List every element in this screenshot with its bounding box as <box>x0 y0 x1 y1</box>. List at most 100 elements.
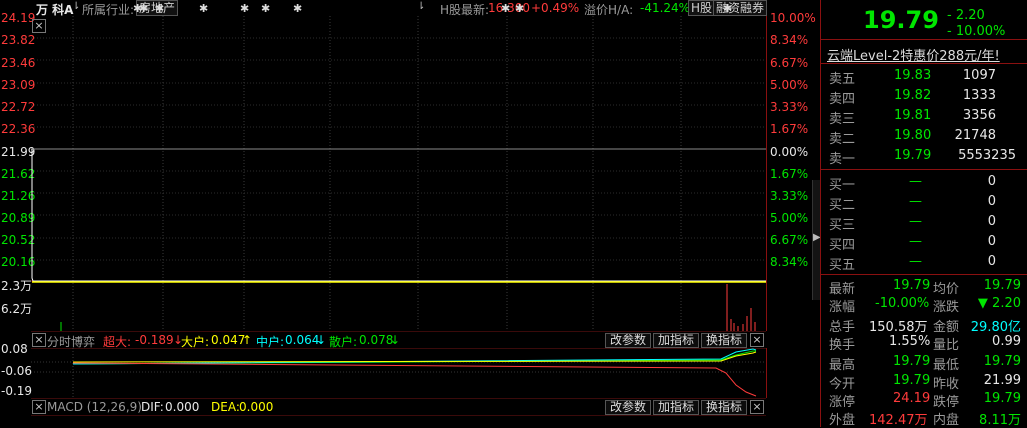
orderbook-ask-row[interactable]: 卖二 19.80 21748 <box>829 126 1024 147</box>
indicator-close-button[interactable]: × <box>750 333 764 347</box>
orderbook-ask-row[interactable]: 卖四 19.82 1333 <box>829 86 1024 107</box>
bid-level-label: 买一 <box>829 178 856 193</box>
event-star-icon[interactable]: ✱ <box>515 2 524 15</box>
modify-params-button[interactable]: 改参数 <box>605 400 652 415</box>
bid-volume: 0 <box>987 234 996 249</box>
up-arrow-icon: ↑ <box>242 333 253 347</box>
ask-price: 19.79 <box>894 148 932 163</box>
stat-value: 21.99 <box>983 373 1021 388</box>
dif-label: DIF: <box>141 400 164 414</box>
down-arrow-icon: ↓ <box>390 333 401 347</box>
bid-level-label: 买二 <box>829 198 856 213</box>
dea-label: DEA: <box>211 400 240 414</box>
volume-tick: 2.3万 <box>1 279 33 293</box>
stat-row: 最高 19.79 最低 19.79 <box>829 352 1024 373</box>
event-star-icon[interactable]: ✱ <box>261 2 270 15</box>
orderbook-bid-row[interactable]: 买五 — 0 <box>829 252 1024 273</box>
orderbook-bid-row[interactable]: 买三 — 0 <box>829 212 1024 233</box>
modify-params-button[interactable]: 改参数 <box>605 333 652 348</box>
ask-volume: 1097 <box>962 68 996 83</box>
ask-level-label: 卖四 <box>829 92 856 107</box>
stat-row: 涨停 24.19 跌停 19.79 <box>829 389 1024 410</box>
percent-tick: 1.67% <box>770 167 809 181</box>
event-star-icon[interactable]: ✱ <box>139 2 148 15</box>
macd-name[interactable]: MACD (12,26,9) <box>47 400 142 414</box>
bid-price: — <box>909 234 922 249</box>
indicator-tick: 0.08 <box>1 342 28 356</box>
bid-price: — <box>909 214 922 229</box>
ask-price: 19.83 <box>894 68 932 83</box>
add-indicator-button[interactable]: 加指标 <box>653 333 700 348</box>
event-star-icon[interactable]: ✱ <box>501 2 510 15</box>
stat-label: 内盘 <box>933 413 960 428</box>
percent-tick: 5.00% <box>770 211 809 225</box>
intraday-chart[interactable]: × <box>31 16 767 331</box>
ask-level-label: 卖二 <box>829 132 856 147</box>
dea-value: 0.000 <box>239 400 274 414</box>
retail-value: 0.078 <box>359 333 394 347</box>
indicator-tick: -0.19 <box>1 384 33 398</box>
indicator-close-left-button[interactable]: × <box>32 400 46 414</box>
orderbook-bid-row[interactable]: 买四 — 0 <box>829 232 1024 253</box>
stat-value: 19.79 <box>983 278 1021 293</box>
percent-tick: 3.33% <box>770 100 809 114</box>
marker-tick-icon: ⇂ <box>417 1 426 12</box>
stat-value: 24.19 <box>893 391 931 406</box>
bid-price: — <box>909 254 922 269</box>
volume-tick: 6.2万 <box>1 302 33 316</box>
event-star-icon[interactable]: ✱ <box>723 2 732 15</box>
stat-value: 19.79 <box>893 373 931 388</box>
ask-level-label: 卖一 <box>829 152 856 167</box>
price-change-pct: - 10.00% <box>947 24 1006 39</box>
stat-value: 1.55% <box>889 334 931 349</box>
add-indicator-button[interactable]: 加指标 <box>653 400 700 415</box>
orderbook-ask-row[interactable]: 卖三 19.81 3356 <box>829 106 1024 127</box>
indicator-close-left-button[interactable]: × <box>32 333 46 347</box>
current-price: 19.79 <box>863 6 939 34</box>
percent-tick: 6.67% <box>770 56 809 70</box>
orderbook-bid-row[interactable]: 买一 — 0 <box>829 172 1024 193</box>
event-star-icon[interactable]: ✱ <box>293 2 302 15</box>
game-indicator-chart[interactable] <box>31 348 767 398</box>
stat-row: 今开 19.79 昨收 21.99 <box>829 371 1024 392</box>
event-star-icon[interactable]: ✱ <box>155 2 164 15</box>
game-indicator-svg <box>31 348 766 398</box>
stat-value: 19.79 <box>893 354 931 369</box>
stat-value: 0.99 <box>992 334 1021 349</box>
game-indicator-axis: 0.08 -0.06 -0.19 <box>0 340 33 400</box>
percent-tick: 1.67% <box>770 122 809 136</box>
intraday-chart-svg <box>31 16 766 331</box>
event-star-icon[interactable]: ✱ <box>240 2 249 15</box>
stat-row: 外盘 142.47万 内盘 8.11万 <box>829 407 1024 428</box>
indicator-bar-macd: × MACD (12,26,9) DIF: 0.000 DEA: 0.000 改… <box>31 398 766 416</box>
ask-price: 19.82 <box>894 88 932 103</box>
ask-volume: 21748 <box>954 128 996 143</box>
switch-indicator-button[interactable]: 换指标 <box>701 333 748 348</box>
chart-close-button[interactable]: × <box>32 19 46 33</box>
switch-indicator-button[interactable]: 换指标 <box>701 400 748 415</box>
event-star-icon[interactable]: ✱ <box>199 2 208 15</box>
super-large-value: -0.189 <box>135 333 174 347</box>
stat-row: 换手 1.55% 量比 0.99 <box>829 332 1024 353</box>
bid-price: — <box>909 194 922 209</box>
big-holder-value: 0.047 <box>211 333 246 347</box>
percent-tick: 0.00% <box>770 145 809 159</box>
level2-promo-link[interactable]: 云端Level-2特惠价288元/年! <box>827 45 1000 64</box>
orderbook-ask-row[interactable]: 卖一 19.79 5553235 <box>829 146 1024 167</box>
orderbook-bid-row[interactable]: 买二 — 0 <box>829 192 1024 213</box>
bid-level-label: 买四 <box>829 238 856 253</box>
stat-value: 19.79 <box>983 391 1021 406</box>
stat-label: 涨幅 <box>829 300 856 315</box>
percent-tick: 10.00% <box>770 11 816 25</box>
indicator-tick: -0.06 <box>1 364 33 378</box>
marker-tick-icon: ⇂ <box>72 1 81 12</box>
percent-tick: 5.00% <box>770 78 809 92</box>
dif-value: 0.000 <box>165 400 200 414</box>
bid-volume: 0 <box>987 174 996 189</box>
ask-volume: 5553235 <box>958 148 1016 163</box>
orderbook-ask-row[interactable]: 卖五 19.83 1097 <box>829 66 1024 87</box>
indicator-close-button[interactable]: × <box>750 400 764 414</box>
indicator-bar-game: × 分时博弈 超大: -0.189 ↓ 大户: 0.047 ↑ 中户: 0.06… <box>31 331 766 349</box>
mid-holder-value: 0.064 <box>285 333 320 347</box>
percent-tick: 8.34% <box>770 255 809 269</box>
